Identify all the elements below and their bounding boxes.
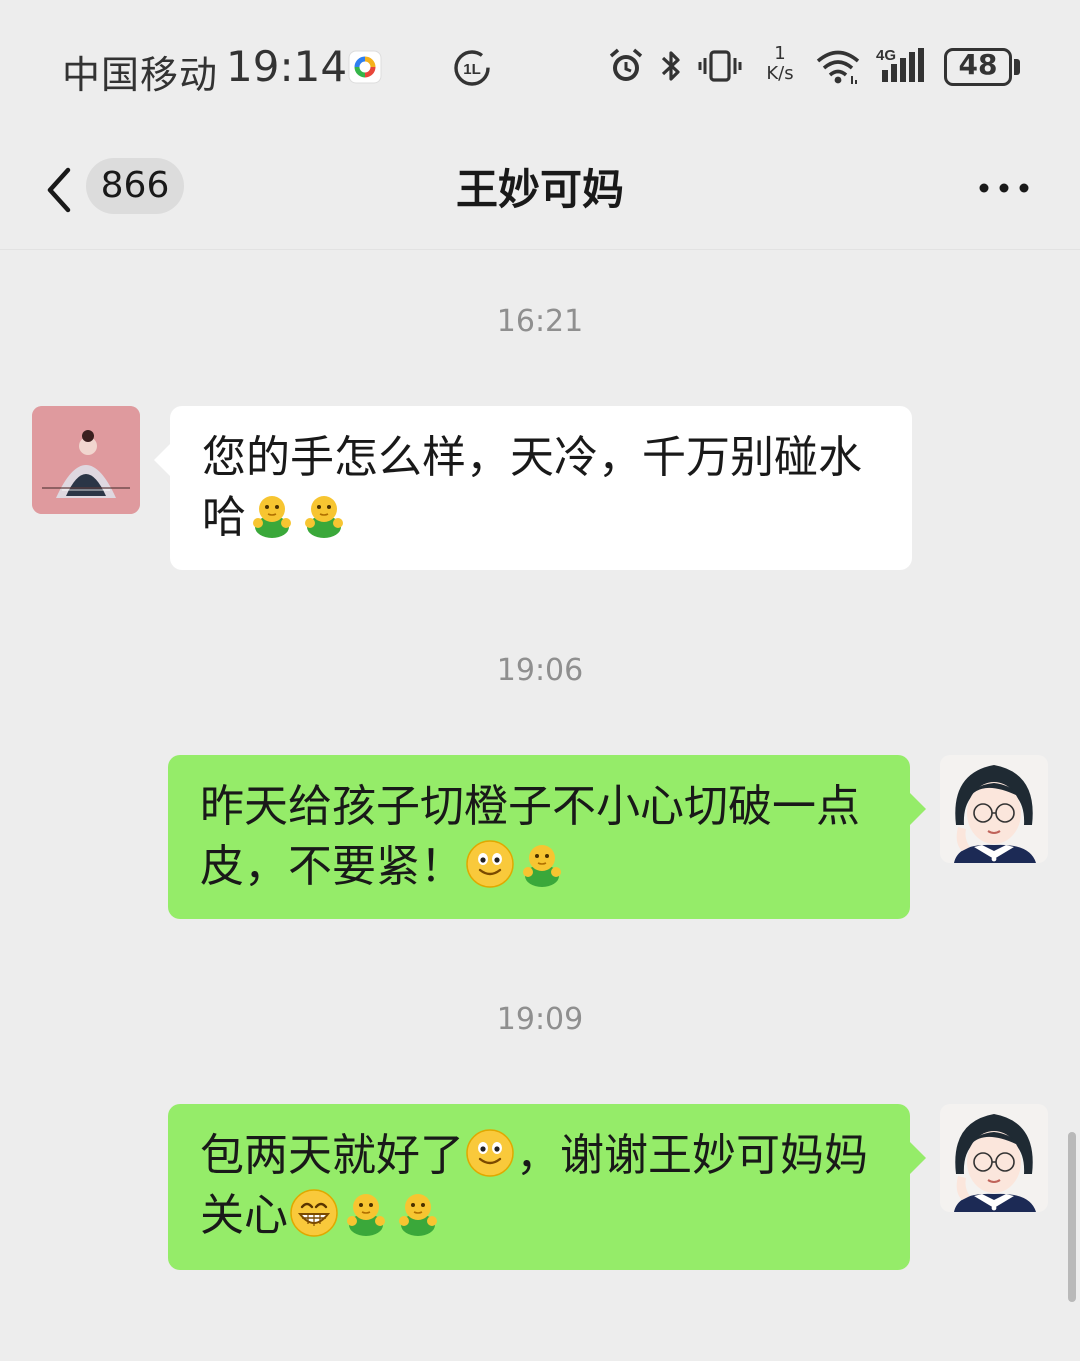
status-bar: 中国移动 19:14 1L 1 K/s 4G 48 xyxy=(0,0,1080,130)
message-text-line: 哈 xyxy=(202,488,882,548)
data-saver-icon: 1L xyxy=(454,50,490,86)
scrollbar[interactable] xyxy=(1068,1132,1076,1302)
message-timestamp: 19:09 xyxy=(496,1002,584,1037)
grin-emoji-icon xyxy=(289,1188,339,1238)
wifi-icon xyxy=(816,50,860,84)
vibrate-icon xyxy=(698,50,742,82)
battery-icon: 48 xyxy=(944,48,1020,86)
contact-avatar[interactable] xyxy=(32,406,140,514)
message-timestamp: 19:06 xyxy=(496,653,584,688)
hug-emoji-icon xyxy=(299,490,349,540)
network-speed-unit: K/s xyxy=(766,63,794,84)
alarm-icon xyxy=(609,48,643,81)
received-message-bubble[interactable]: 您的手怎么样，天冷，千万别碰水 哈 xyxy=(154,406,912,570)
back-button[interactable] xyxy=(36,160,80,220)
message-text-line: 包两天就好了 ，谢谢王妙可妈妈 xyxy=(200,1126,880,1186)
sent-message-bubble[interactable]: 昨天给孩子切橙子不小心切破一点 皮，不要紧！ xyxy=(168,755,926,919)
message-text-line: 关心 xyxy=(200,1186,880,1246)
message-text-line: 您的手怎么样，天冷，千万别碰水 xyxy=(202,432,862,483)
network-type-label: 4G xyxy=(876,47,896,64)
message-text: 哈 xyxy=(202,492,246,543)
message-text: 关心 xyxy=(200,1190,288,1241)
hug-emoji-icon xyxy=(247,490,297,540)
svg-text:1L: 1L xyxy=(463,61,481,78)
message-text: 皮，不要紧！ xyxy=(200,841,464,892)
more-options-icon[interactable] xyxy=(970,166,1040,210)
carrier-name: 中国移动 xyxy=(62,53,219,97)
cellular-signal-icon: 4G xyxy=(876,47,924,82)
message-text: ，谢谢王妙可妈妈 xyxy=(516,1130,868,1181)
unread-count-badge[interactable]: 866 xyxy=(86,158,184,214)
sent-message-bubble[interactable]: 包两天就好了 ，谢谢王妙可妈妈 关心 xyxy=(168,1104,926,1270)
network-speed-value: 1 xyxy=(774,43,786,64)
chat-screen: 中国移动 19:14 1L 1 K/s 4G 48 866 王妙可妈 16:21… xyxy=(0,0,1080,1361)
message-text-line: 昨天给孩子切橙子不小心切破一点 xyxy=(200,781,860,832)
smile-emoji-icon xyxy=(465,1128,515,1178)
hug-emoji-icon xyxy=(393,1188,443,1238)
chat-header: 866 王妙可妈 xyxy=(0,130,1080,250)
self-avatar[interactable] xyxy=(940,755,1048,863)
network-speed: 1 K/s xyxy=(758,44,802,84)
status-time: 19:14 xyxy=(226,42,348,91)
bluetooth-icon xyxy=(661,51,680,81)
self-avatar[interactable] xyxy=(940,1104,1048,1212)
hug-emoji-icon xyxy=(341,1188,391,1238)
chat-title: 王妙可妈 xyxy=(455,165,624,214)
app-notification-icon xyxy=(348,50,382,84)
message-text: 包两天就好了 xyxy=(200,1130,464,1181)
battery-level: 48 xyxy=(958,48,998,81)
smile-emoji-icon xyxy=(465,839,515,889)
message-text-line: 皮，不要紧！ xyxy=(200,837,880,897)
message-timestamp: 16:21 xyxy=(496,304,584,339)
hug-emoji-icon xyxy=(517,839,567,889)
